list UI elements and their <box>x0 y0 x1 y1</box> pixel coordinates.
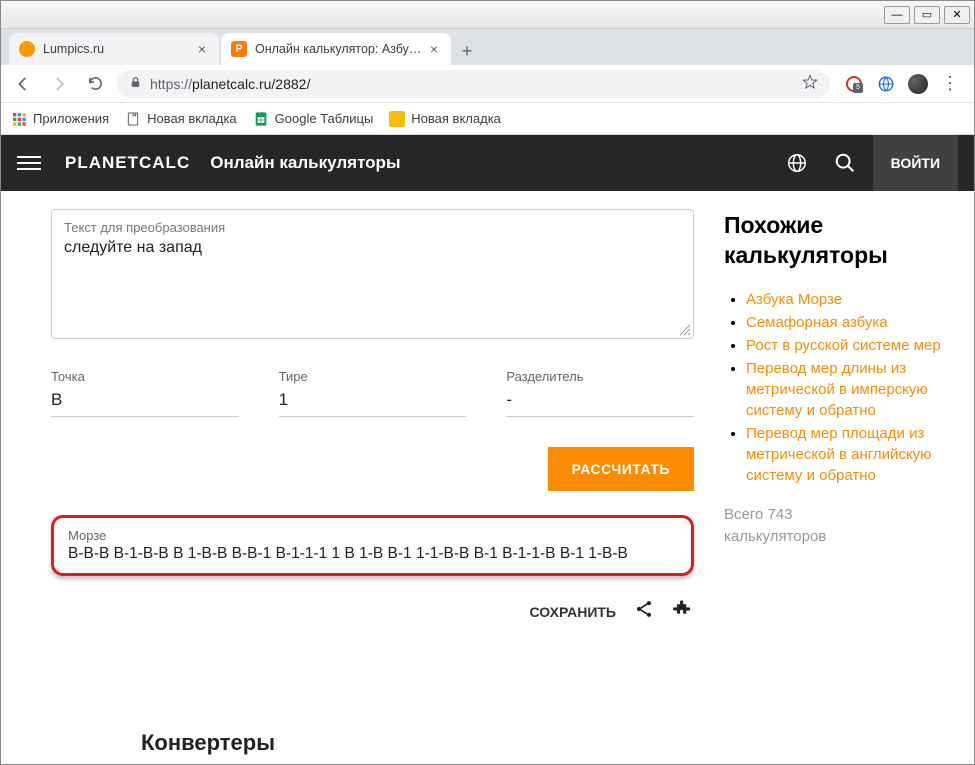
window-maximize-button[interactable]: ▭ <box>914 6 940 24</box>
tab-title: Онлайн калькулятор: Азбука Мо <box>255 42 427 56</box>
extension-icon[interactable]: 5 <box>844 74 864 94</box>
address-bar: https://planetcalc.ru/2882/ 5 ⋮ <box>1 65 974 103</box>
login-button[interactable]: ВОЙТИ <box>873 135 958 191</box>
extension-puzzle-icon[interactable] <box>672 598 694 626</box>
browser-tab-inactive[interactable]: Lumpics.ru × <box>9 33 219 65</box>
tab-close-icon[interactable]: × <box>427 42 441 56</box>
input-value: B <box>51 390 239 417</box>
share-icon[interactable] <box>634 599 654 625</box>
nav-back-button[interactable] <box>9 70 37 98</box>
site-logo[interactable]: PLANETCALC <box>65 153 190 173</box>
extension-globe-icon[interactable] <box>876 74 896 94</box>
url-input[interactable]: https://planetcalc.ru/2882/ <box>117 70 830 98</box>
url-protocol: https:// <box>150 76 192 92</box>
separator-input[interactable]: Разделитель - <box>506 369 694 417</box>
favicon: P <box>231 41 247 57</box>
window-close-button[interactable]: ✕ <box>944 6 970 24</box>
input-label: Тире <box>279 369 467 384</box>
input-label: Точка <box>51 369 239 384</box>
related-links-list: Азбука Морзе Семафорная азбука Рост в ру… <box>724 289 950 486</box>
nav-reload-button[interactable] <box>81 70 109 98</box>
input-value: - <box>506 390 694 417</box>
bookmark-apps[interactable]: Приложения <box>11 111 109 127</box>
favicon <box>19 41 35 57</box>
bookmark-label: Новая вкладка <box>411 111 501 126</box>
resize-grip-icon[interactable] <box>679 324 691 336</box>
url-text: planetcalc.ru/2882/ <box>192 76 310 92</box>
site-subtitle: Онлайн калькуляторы <box>210 153 400 173</box>
language-globe-icon[interactable] <box>777 143 817 183</box>
bookmark-item[interactable]: Новая вкладка <box>125 111 237 127</box>
bookmark-label: Google Таблицы <box>275 111 374 126</box>
tab-close-icon[interactable]: × <box>195 42 209 56</box>
text-input-textarea[interactable]: Текст для преобразования следуйте на зап… <box>51 209 694 339</box>
calculate-button[interactable]: РАССЧИТАТЬ <box>548 447 694 491</box>
bookmark-sheets[interactable]: Google Таблицы <box>253 111 374 127</box>
truncated-heading: Конвертеры <box>141 730 275 756</box>
site-header: PLANETCALC Онлайн калькуляторы ВОЙТИ <box>1 135 974 191</box>
input-value: 1 <box>279 390 467 417</box>
window-titlebar: — ▭ ✕ <box>1 1 974 29</box>
new-tab-button[interactable]: + <box>453 37 481 65</box>
dash-input[interactable]: Тире 1 <box>279 369 467 417</box>
textarea-label: Текст для преобразования <box>64 220 681 235</box>
sidebar-footer: Всего 743калькуляторов <box>724 504 950 549</box>
bookmark-item[interactable]: Новая вкладка <box>389 111 501 127</box>
related-link[interactable]: Азбука Морзе <box>746 291 842 308</box>
related-link[interactable]: Перевод мер площади из метрической в анг… <box>746 425 931 484</box>
lock-icon <box>129 76 142 92</box>
browser-tab-strip: Lumpics.ru × P Онлайн калькулятор: Азбук… <box>1 29 974 65</box>
bookmark-label: Приложения <box>33 111 109 126</box>
bookmark-star-icon[interactable] <box>802 74 818 93</box>
tab-title: Lumpics.ru <box>43 42 195 56</box>
related-link[interactable]: Семафорная азбука <box>746 314 888 331</box>
window-minimize-button[interactable]: — <box>884 6 910 24</box>
related-link[interactable]: Перевод мер длины из метрической в импер… <box>746 360 928 419</box>
result-value: B-B-B B-1-B-B B 1-B-B B-B-1 B-1-1-1 1 B … <box>68 545 677 563</box>
browser-tab-active[interactable]: P Онлайн калькулятор: Азбука Мо × <box>221 33 451 65</box>
nav-forward-button[interactable] <box>45 70 73 98</box>
browser-menu-icon[interactable]: ⋮ <box>940 74 960 94</box>
hamburger-menu-icon[interactable] <box>17 151 41 175</box>
input-label: Разделитель <box>506 369 694 384</box>
result-label: Морзе <box>68 528 677 543</box>
bookmark-label: Новая вкладка <box>147 111 237 126</box>
search-icon[interactable] <box>825 143 865 183</box>
textarea-value: следуйте на запад <box>64 239 681 257</box>
result-output: Морзе B-B-B B-1-B-B B 1-B-B B-B-1 B-1-1-… <box>51 515 694 576</box>
save-button[interactable]: СОХРАНИТЬ <box>530 604 616 620</box>
related-link[interactable]: Рост в русской системе мер <box>746 337 941 354</box>
profile-avatar[interactable] <box>908 74 928 94</box>
sidebar-title: Похожие калькуляторы <box>724 211 950 271</box>
dot-input[interactable]: Точка B <box>51 369 239 417</box>
bookmarks-bar: Приложения Новая вкладка Google Таблицы … <box>1 103 974 135</box>
